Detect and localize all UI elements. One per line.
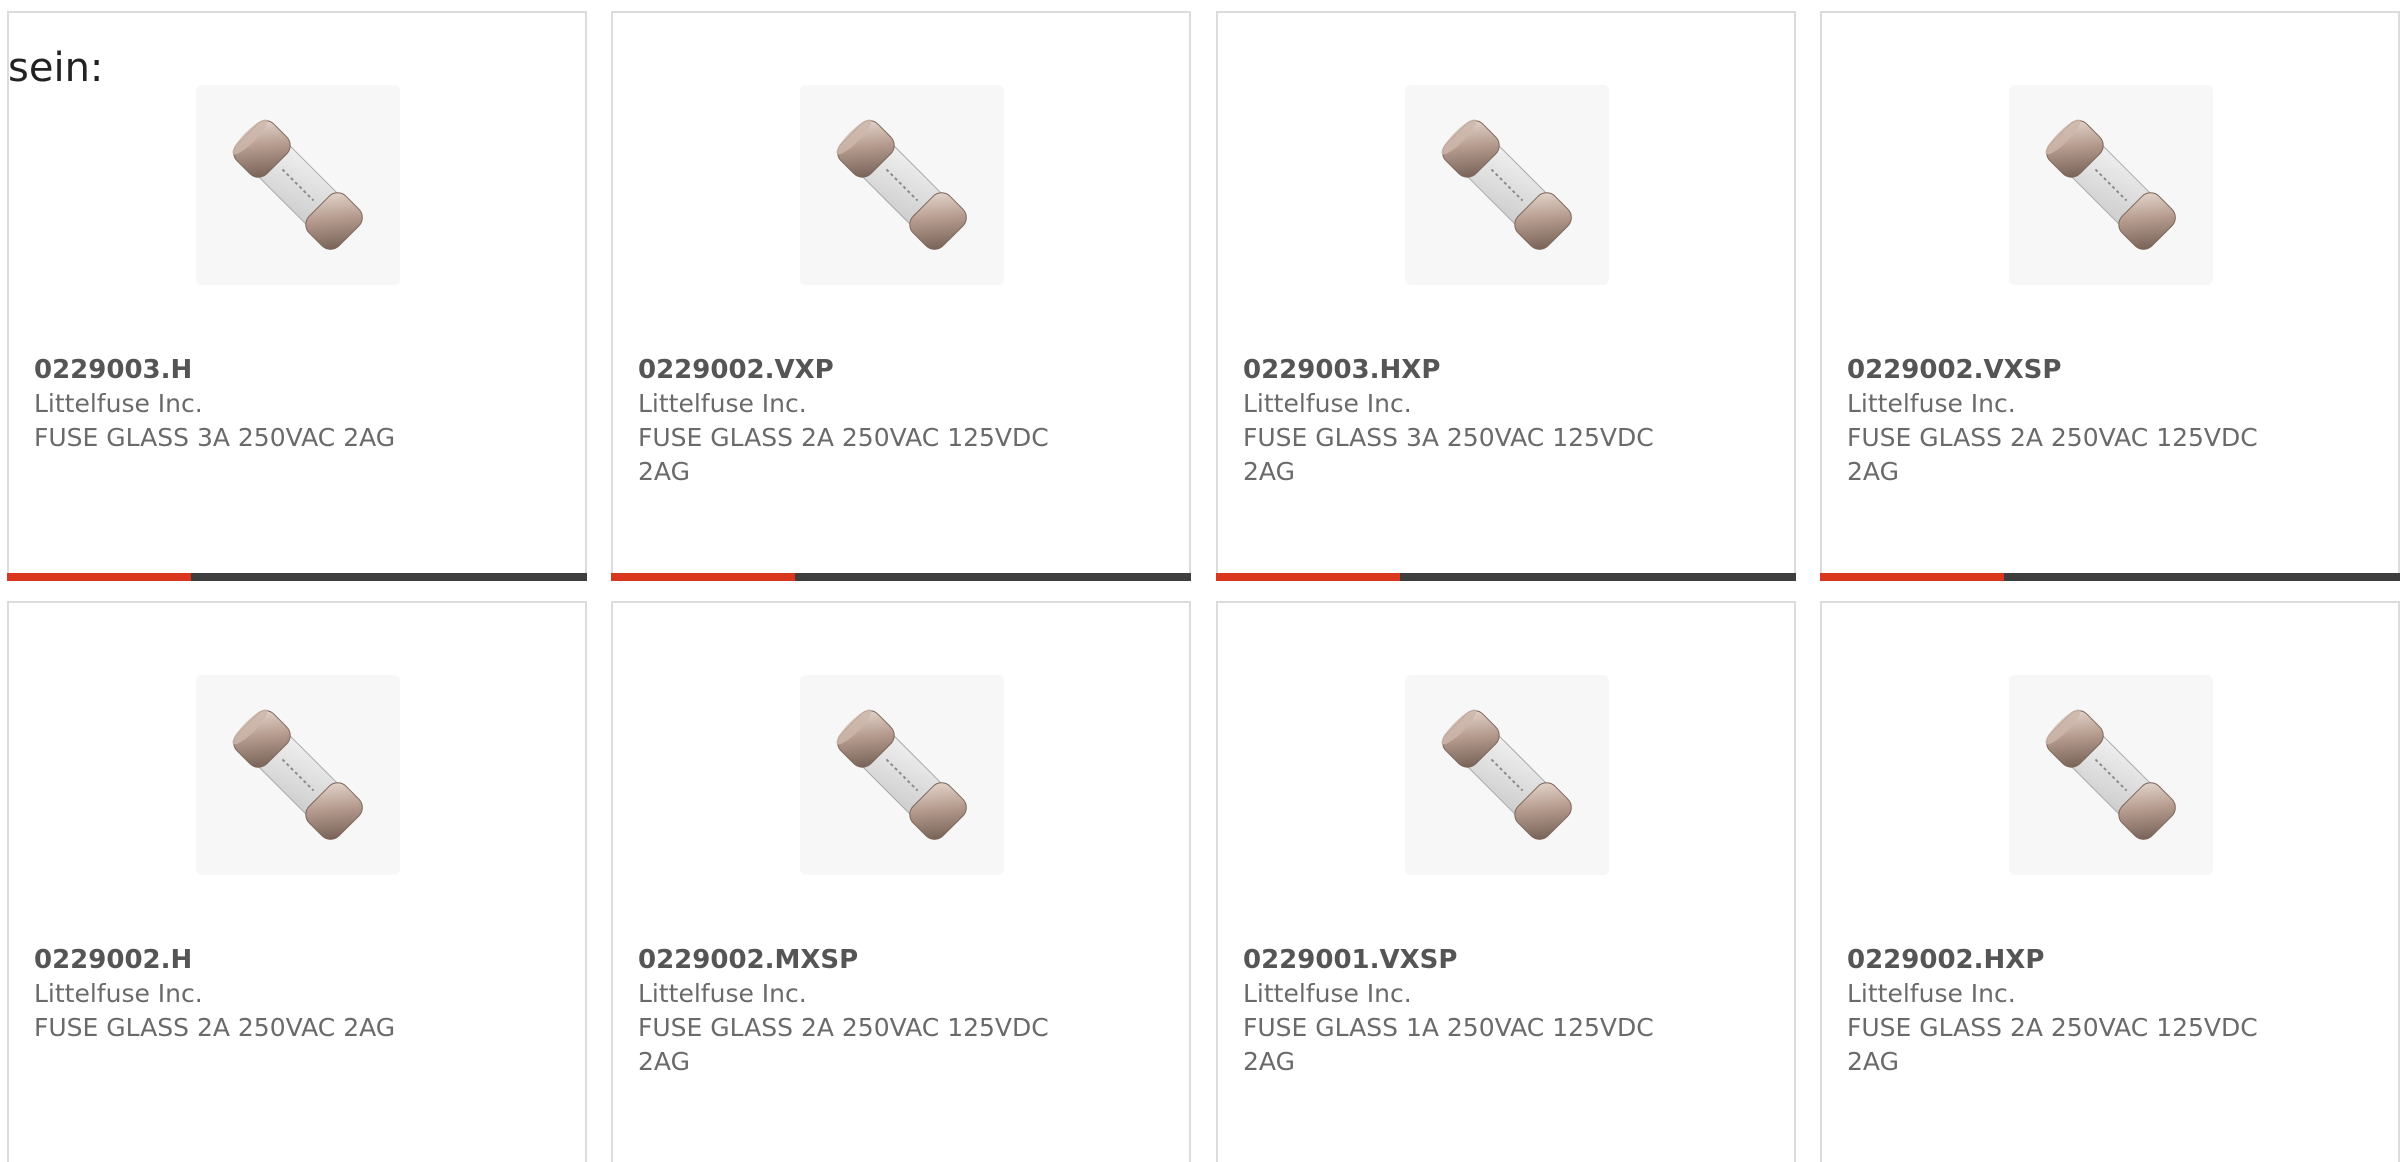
manufacturer-name: Littelfuse Inc.	[1243, 389, 1412, 418]
product-card[interactable]: 0229002.MXSP Littelfuse Inc. FUSE GLASS …	[611, 601, 1191, 1162]
card-accent-stripe	[1216, 573, 1400, 581]
product-grid-page: sein: 0229003.H Littelfuse Inc. FUSE GLA…	[0, 0, 2400, 1162]
manufacturer-name: Littelfuse Inc.	[638, 979, 807, 1008]
product-description: FUSE GLASS 3A 250VAC 125VDC 2AG	[1243, 423, 1654, 486]
part-number[interactable]: 0229003.H	[34, 353, 554, 387]
glass-fuse-icon[interactable]	[800, 675, 1004, 875]
intro-text: sein:	[8, 45, 104, 91]
product-info: 0229002.MXSP Littelfuse Inc. FUSE GLASS …	[638, 943, 1158, 1079]
manufacturer-name: Littelfuse Inc.	[638, 389, 807, 418]
glass-fuse-icon[interactable]	[1405, 85, 1609, 285]
product-card[interactable]: 0229002.VXP Littelfuse Inc. FUSE GLASS 2…	[611, 11, 1191, 581]
product-card[interactable]: 0229002.HXP Littelfuse Inc. FUSE GLASS 2…	[1820, 601, 2400, 1162]
manufacturer-name: Littelfuse Inc.	[34, 979, 203, 1008]
manufacturer-name: Littelfuse Inc.	[1243, 979, 1412, 1008]
part-number[interactable]: 0229002.MXSP	[638, 943, 1158, 977]
card-accent-stripe	[7, 573, 191, 581]
part-number[interactable]: 0229002.H	[34, 943, 554, 977]
glass-fuse-icon[interactable]	[196, 85, 400, 285]
part-number[interactable]: 0229002.VXP	[638, 353, 1158, 387]
product-description: FUSE GLASS 3A 250VAC 2AG	[34, 423, 396, 452]
card-accent-stripe	[1820, 573, 2004, 581]
product-description: FUSE GLASS 1A 250VAC 125VDC 2AG	[1243, 1013, 1654, 1076]
product-info: 0229003.HXP Littelfuse Inc. FUSE GLASS 3…	[1243, 353, 1763, 489]
glass-fuse-icon[interactable]	[2009, 675, 2213, 875]
part-number[interactable]: 0229001.VXSP	[1243, 943, 1763, 977]
product-description: FUSE GLASS 2A 250VAC 125VDC 2AG	[638, 423, 1049, 486]
card-bottom-bar	[7, 573, 587, 581]
glass-fuse-icon[interactable]	[2009, 85, 2213, 285]
card-bottom-bar	[1820, 573, 2400, 581]
product-info: 0229002.VXP Littelfuse Inc. FUSE GLASS 2…	[638, 353, 1158, 489]
card-bottom-bar	[1216, 573, 1796, 581]
product-description: FUSE GLASS 2A 250VAC 125VDC 2AG	[1847, 423, 2258, 486]
glass-fuse-icon[interactable]	[800, 85, 1004, 285]
product-description: FUSE GLASS 2A 250VAC 2AG	[34, 1013, 396, 1042]
part-number[interactable]: 0229002.HXP	[1847, 943, 2367, 977]
manufacturer-name: Littelfuse Inc.	[1847, 979, 2016, 1008]
product-description: FUSE GLASS 2A 250VAC 125VDC 2AG	[638, 1013, 1049, 1076]
card-accent-stripe	[611, 573, 795, 581]
product-description: FUSE GLASS 2A 250VAC 125VDC 2AG	[1847, 1013, 2258, 1076]
part-number[interactable]: 0229003.HXP	[1243, 353, 1763, 387]
card-bottom-bar	[611, 573, 1191, 581]
product-info: 0229002.HXP Littelfuse Inc. FUSE GLASS 2…	[1847, 943, 2367, 1079]
product-info: 0229002.H Littelfuse Inc. FUSE GLASS 2A …	[34, 943, 554, 1045]
product-info: 0229002.VXSP Littelfuse Inc. FUSE GLASS …	[1847, 353, 2367, 489]
glass-fuse-icon[interactable]	[1405, 675, 1609, 875]
manufacturer-name: Littelfuse Inc.	[34, 389, 203, 418]
product-info: 0229003.H Littelfuse Inc. FUSE GLASS 3A …	[34, 353, 554, 455]
part-number[interactable]: 0229002.VXSP	[1847, 353, 2367, 387]
product-card[interactable]: 0229001.VXSP Littelfuse Inc. FUSE GLASS …	[1216, 601, 1796, 1162]
product-card[interactable]: 0229003.H Littelfuse Inc. FUSE GLASS 3A …	[7, 11, 587, 581]
manufacturer-name: Littelfuse Inc.	[1847, 389, 2016, 418]
glass-fuse-icon[interactable]	[196, 675, 400, 875]
product-info: 0229001.VXSP Littelfuse Inc. FUSE GLASS …	[1243, 943, 1763, 1079]
product-card[interactable]: 0229002.VXSP Littelfuse Inc. FUSE GLASS …	[1820, 11, 2400, 581]
product-card[interactable]: 0229003.HXP Littelfuse Inc. FUSE GLASS 3…	[1216, 11, 1796, 581]
product-card[interactable]: 0229002.H Littelfuse Inc. FUSE GLASS 2A …	[7, 601, 587, 1162]
